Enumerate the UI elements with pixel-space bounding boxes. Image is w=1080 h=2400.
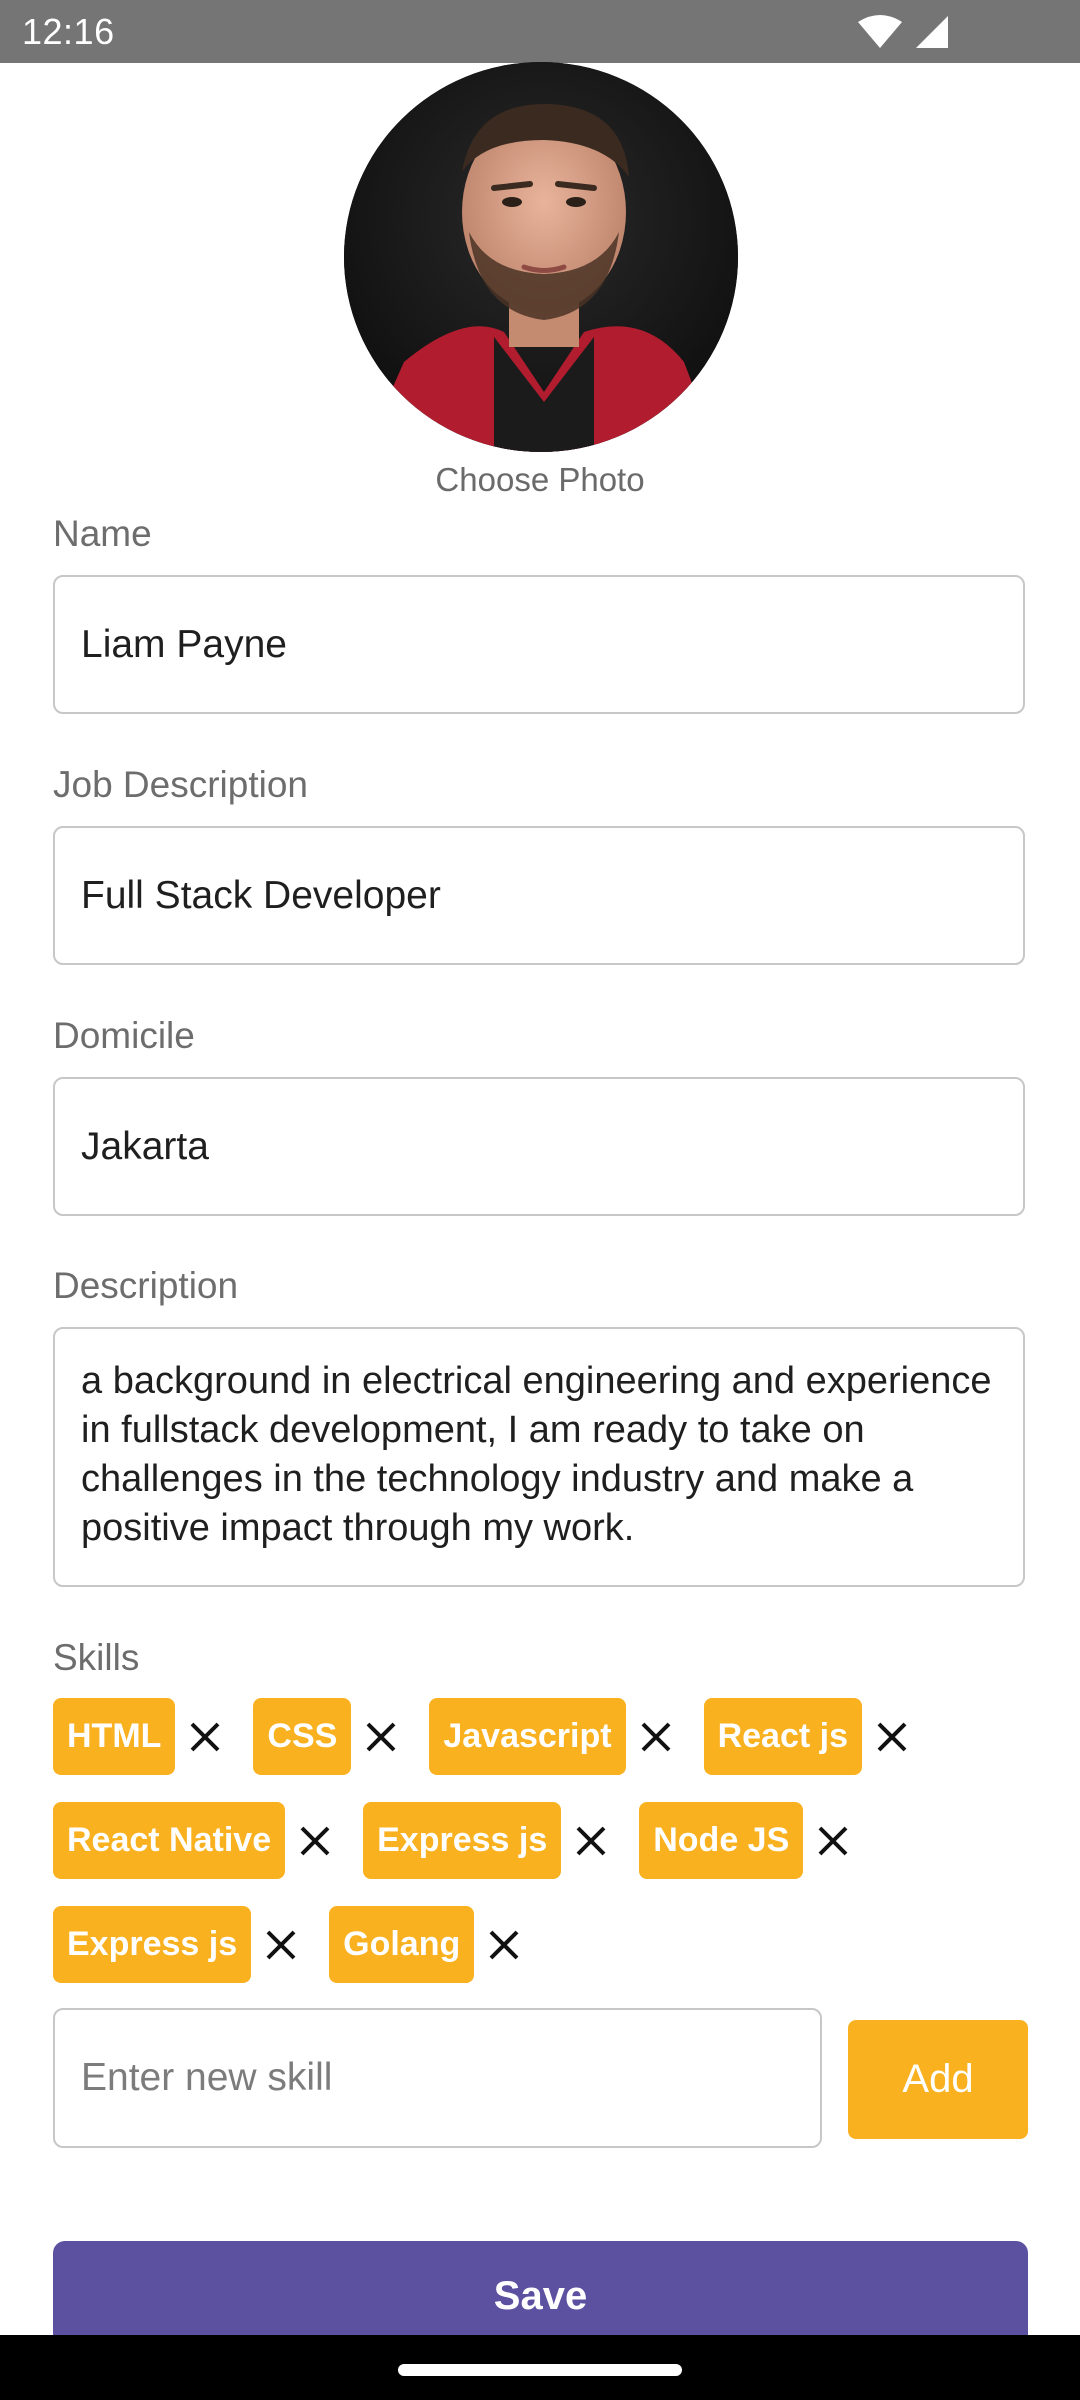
domicile-value: Jakarta [81, 1124, 209, 1168]
remove-skill-icon[interactable] [183, 1715, 227, 1759]
job-description-value: Full Stack Developer [81, 873, 441, 917]
skill-item: Express js [363, 1802, 613, 1879]
remove-skill-icon[interactable] [569, 1819, 613, 1863]
job-description-label: Job Description [53, 764, 309, 805]
skill-item: Node JS [639, 1802, 855, 1879]
remove-skill-icon[interactable] [634, 1715, 678, 1759]
skill-item: HTML [53, 1698, 227, 1775]
skill-chip: Express js [363, 1802, 562, 1879]
profile-avatar[interactable] [344, 62, 738, 452]
status-time: 12:16 [22, 11, 115, 52]
navigation-bar [0, 2335, 1080, 2400]
skill-item: Express js [53, 1906, 303, 1983]
skill-chip: React Native [53, 1802, 286, 1879]
skill-item: React js [703, 1698, 914, 1775]
remove-skill-icon[interactable] [870, 1715, 914, 1759]
signal-icon [916, 16, 948, 48]
description-field[interactable]: a background in electrical engineering a… [53, 1327, 1025, 1587]
remove-skill-icon[interactable] [482, 1923, 526, 1967]
skill-chip: Express js [53, 1906, 252, 1983]
skills-label: Skills [53, 1637, 140, 1678]
skills-row: Express js Golang [53, 1906, 1033, 1983]
skill-item: React Native [53, 1802, 337, 1879]
avatar-image [344, 62, 738, 452]
domicile-label: Domicile [53, 1015, 195, 1056]
remove-skill-icon[interactable] [293, 1819, 337, 1863]
choose-photo-button[interactable]: Choose Photo [0, 456, 1080, 504]
skill-chip: React js [703, 1698, 862, 1775]
skills-row: React Native Express js Node JS [53, 1802, 1033, 1879]
skill-item: Javascript [429, 1698, 677, 1775]
name-value: Liam Payne [81, 622, 287, 666]
job-description-field[interactable]: Full Stack Developer [53, 826, 1025, 965]
skills-list: HTML CSS Javascript React js React Nativ… [53, 1698, 1033, 2010]
status-icons [858, 15, 948, 48]
skill-chip: Javascript [429, 1698, 626, 1775]
skills-row: HTML CSS Javascript React js [53, 1698, 1033, 1775]
status-bar: 12:16 [0, 0, 1080, 63]
skill-chip: HTML [53, 1698, 176, 1775]
skill-chip: Golang [329, 1906, 475, 1983]
home-gesture-handle[interactable] [398, 2364, 682, 2376]
name-label: Name [53, 513, 152, 554]
domicile-field[interactable]: Jakarta [53, 1077, 1025, 1216]
skill-chip: Node JS [639, 1802, 804, 1879]
remove-skill-icon[interactable] [811, 1819, 855, 1863]
name-field[interactable]: Liam Payne [53, 575, 1025, 714]
add-skill-button[interactable]: Add [848, 2020, 1028, 2139]
description-value: a background in electrical engineering a… [81, 1360, 992, 1549]
new-skill-input[interactable] [53, 2008, 822, 2148]
description-label: Description [53, 1265, 239, 1306]
skill-item: Golang [329, 1906, 526, 1983]
remove-skill-icon[interactable] [259, 1923, 303, 1967]
wifi-icon [858, 15, 902, 48]
skill-chip: CSS [253, 1698, 352, 1775]
skill-item: CSS [253, 1698, 403, 1775]
remove-skill-icon[interactable] [359, 1715, 403, 1759]
